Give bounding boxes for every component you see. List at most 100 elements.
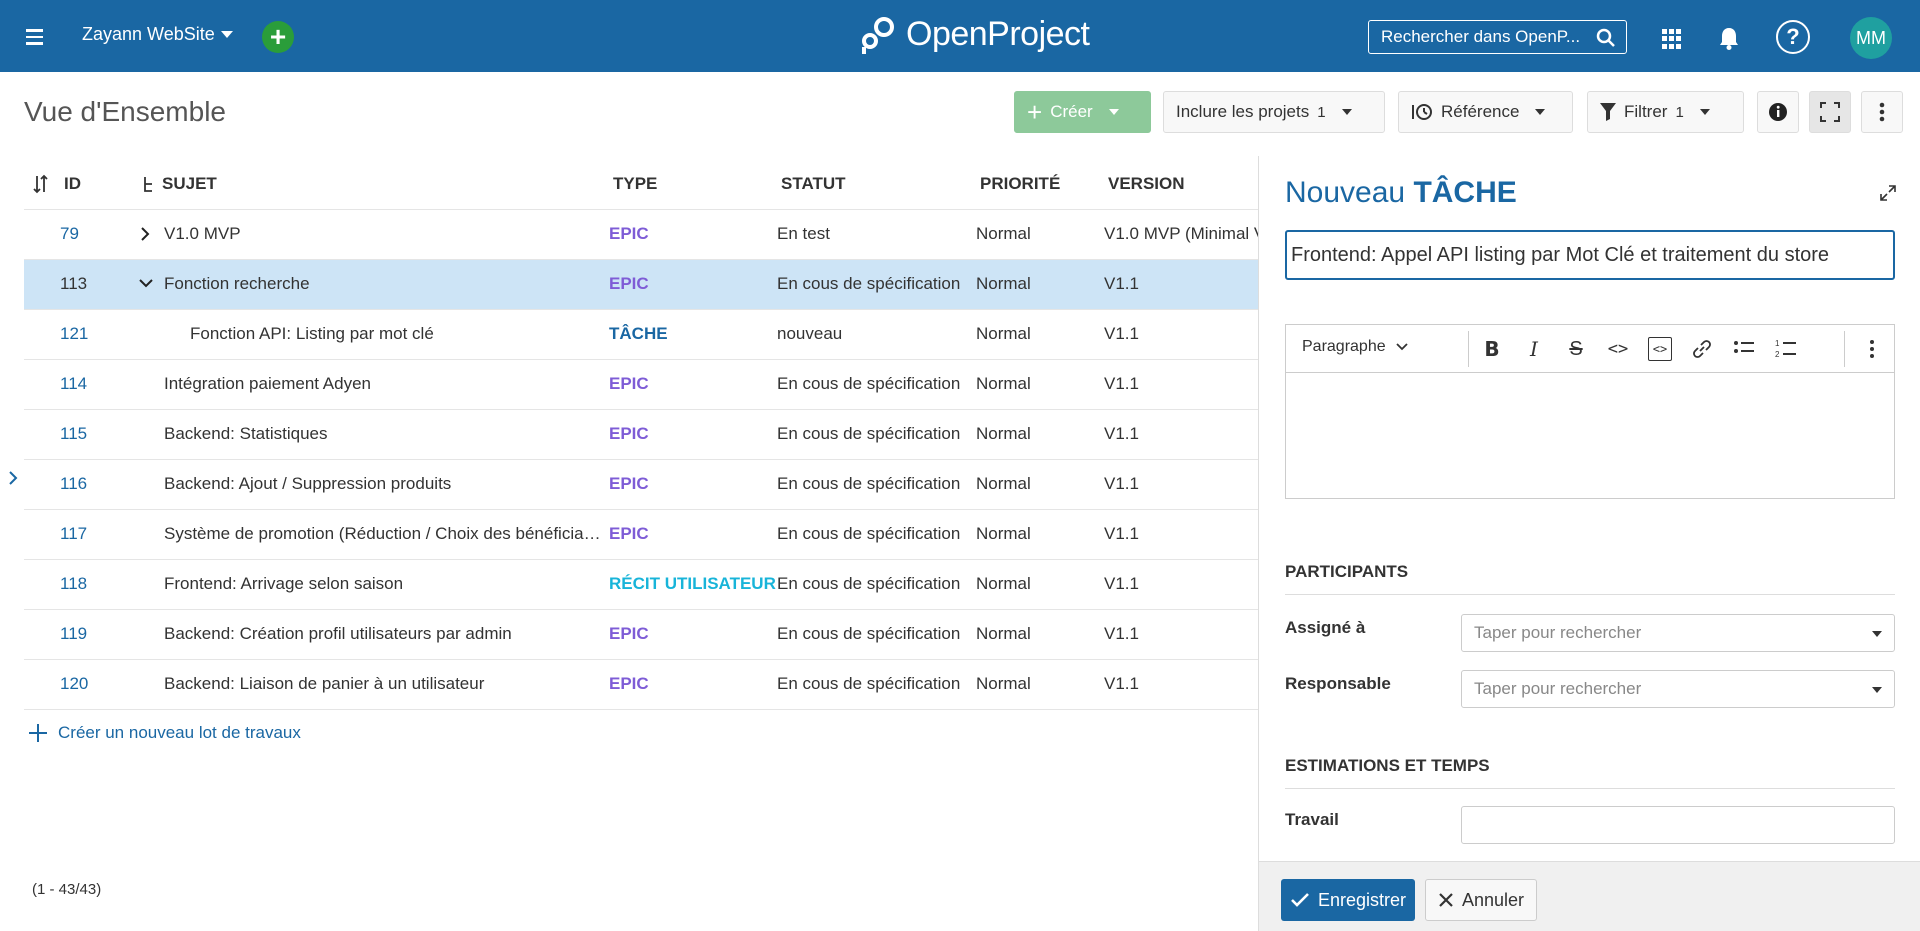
- strikethrough-icon[interactable]: S: [1564, 337, 1588, 361]
- row-version[interactable]: V1.1: [1104, 524, 1264, 544]
- details-button[interactable]: [1757, 91, 1799, 133]
- assignee-select[interactable]: Taper pour rechercher: [1461, 614, 1895, 652]
- row-subject[interactable]: Backend: Ajout / Suppression produits: [164, 474, 619, 494]
- row-priority[interactable]: Normal: [976, 224, 1031, 244]
- row-version[interactable]: V1.1: [1104, 424, 1264, 444]
- row-id[interactable]: 119: [60, 624, 87, 644]
- row-status[interactable]: En cous de spécification: [777, 574, 960, 594]
- row-type[interactable]: EPIC: [609, 674, 649, 694]
- baseline-button[interactable]: Référence: [1398, 91, 1573, 133]
- row-subject[interactable]: V1.0 MVP: [164, 224, 619, 244]
- row-version[interactable]: V1.0 MVP (Minimal Viable Product): [1104, 224, 1264, 244]
- row-type[interactable]: EPIC: [609, 224, 649, 244]
- row-id[interactable]: 116: [60, 474, 87, 494]
- row-priority[interactable]: Normal: [976, 624, 1031, 644]
- row-status[interactable]: En cous de spécification: [777, 624, 960, 644]
- expand-icon[interactable]: [1879, 184, 1897, 202]
- italic-icon[interactable]: I: [1522, 337, 1546, 361]
- table-row[interactable]: 119 Backend: Création profil utilisateur…: [24, 610, 1258, 660]
- row-status[interactable]: En cous de spécification: [777, 374, 960, 394]
- table-row[interactable]: 113 Fonction recherche EPIC En cous de s…: [24, 260, 1258, 310]
- row-id[interactable]: 79: [60, 224, 79, 244]
- row-status[interactable]: En cous de spécification: [777, 524, 960, 544]
- table-row[interactable]: 121 Fonction API: Listing par mot clé TÂ…: [24, 310, 1258, 360]
- row-id[interactable]: 114: [60, 374, 87, 394]
- kebab-menu-icon[interactable]: [1860, 337, 1884, 361]
- responsible-select[interactable]: Taper pour rechercher: [1461, 670, 1895, 708]
- table-row[interactable]: 117 Système de promotion (Réduction / Ch…: [24, 510, 1258, 560]
- column-header-status[interactable]: STATUT: [781, 174, 846, 194]
- row-version[interactable]: V1.1: [1104, 674, 1264, 694]
- row-status[interactable]: En cous de spécification: [777, 674, 960, 694]
- column-header-subject[interactable]: SUJET: [162, 174, 217, 194]
- row-id[interactable]: 118: [60, 574, 87, 594]
- cancel-button[interactable]: Annuler: [1425, 879, 1537, 921]
- row-version[interactable]: V1.1: [1104, 374, 1264, 394]
- row-priority[interactable]: Normal: [976, 574, 1031, 594]
- column-header-type[interactable]: TYPE: [613, 174, 657, 194]
- subject-input[interactable]: Frontend: Appel API listing par Mot Clé …: [1285, 230, 1895, 280]
- row-version[interactable]: V1.1: [1104, 324, 1264, 344]
- pane-title-type[interactable]: TÂCHE: [1413, 176, 1516, 209]
- row-subject[interactable]: Fonction recherche: [164, 274, 619, 294]
- code-block-icon[interactable]: <>: [1648, 337, 1672, 361]
- row-status[interactable]: En cous de spécification: [777, 274, 960, 294]
- table-row[interactable]: 114 Intégration paiement Adyen EPIC En c…: [24, 360, 1258, 410]
- table-row[interactable]: 118 Frontend: Arrivage selon saison RÉCI…: [24, 560, 1258, 610]
- numbered-list-icon[interactable]: 1 2: [1774, 337, 1798, 361]
- row-type[interactable]: EPIC: [609, 474, 649, 494]
- row-priority[interactable]: Normal: [976, 324, 1031, 344]
- row-id[interactable]: 113: [60, 274, 87, 294]
- row-type[interactable]: EPIC: [609, 274, 649, 294]
- column-header-priority[interactable]: PRIORITÉ: [980, 174, 1060, 194]
- bold-icon[interactable]: B: [1480, 337, 1504, 361]
- description-editor[interactable]: Paragraphe B I S <> <> 1 2: [1285, 324, 1895, 499]
- chevron-down-icon[interactable]: [138, 276, 154, 290]
- row-subject[interactable]: Backend: Liaison de panier à un utilisat…: [164, 674, 619, 694]
- row-priority[interactable]: Normal: [976, 674, 1031, 694]
- row-id[interactable]: 120: [60, 674, 88, 694]
- row-status[interactable]: En test: [777, 224, 830, 244]
- more-options-button[interactable]: [1861, 91, 1903, 133]
- bulleted-list-icon[interactable]: [1732, 337, 1756, 361]
- quick-add-button[interactable]: +: [262, 21, 294, 53]
- row-subject[interactable]: Backend: Statistiques: [164, 424, 619, 444]
- row-type[interactable]: RÉCIT UTILISATEUR: [609, 574, 776, 594]
- project-selector[interactable]: Zayann WebSite: [82, 24, 233, 45]
- paragraph-format-select[interactable]: Paragraphe: [1302, 338, 1408, 356]
- row-type[interactable]: EPIC: [609, 624, 649, 644]
- bell-icon[interactable]: [1718, 26, 1740, 50]
- row-priority[interactable]: Normal: [976, 474, 1031, 494]
- row-subject[interactable]: Intégration paiement Adyen: [164, 374, 619, 394]
- row-priority[interactable]: Normal: [976, 524, 1031, 544]
- row-subject[interactable]: Système de promotion (Réduction / Choix …: [164, 524, 604, 544]
- hierarchy-icon[interactable]: [142, 176, 154, 194]
- create-button[interactable]: + Créer: [1014, 91, 1151, 133]
- link-icon[interactable]: [1690, 337, 1714, 361]
- filter-button[interactable]: Filtrer 1: [1587, 91, 1744, 133]
- table-row[interactable]: 79 V1.0 MVP EPIC En test Normal V1.0 MVP…: [24, 210, 1264, 260]
- row-id[interactable]: 115: [60, 424, 87, 444]
- save-button[interactable]: Enregistrer: [1281, 879, 1415, 921]
- row-priority[interactable]: Normal: [976, 374, 1031, 394]
- sort-icon[interactable]: [32, 174, 50, 194]
- table-row[interactable]: 115 Backend: Statistiques EPIC En cous d…: [24, 410, 1258, 460]
- row-type[interactable]: EPIC: [609, 524, 649, 544]
- row-id[interactable]: 121: [60, 324, 88, 344]
- openproject-logo[interactable]: OpenProject: [858, 14, 1090, 54]
- table-row[interactable]: 116 Backend: Ajout / Suppression produit…: [24, 460, 1258, 510]
- column-header-id[interactable]: ID: [64, 174, 81, 194]
- avatar[interactable]: MM: [1850, 17, 1892, 59]
- table-row[interactable]: 120 Backend: Liaison de panier à un util…: [24, 660, 1258, 710]
- modules-grid-icon[interactable]: [1662, 29, 1682, 49]
- row-priority[interactable]: Normal: [976, 274, 1031, 294]
- row-type[interactable]: EPIC: [609, 424, 649, 444]
- help-icon[interactable]: ?: [1776, 20, 1810, 54]
- work-input[interactable]: [1461, 806, 1895, 844]
- row-version[interactable]: V1.1: [1104, 274, 1264, 294]
- row-status[interactable]: nouveau: [777, 324, 842, 344]
- row-version[interactable]: V1.1: [1104, 574, 1264, 594]
- row-status[interactable]: En cous de spécification: [777, 424, 960, 444]
- row-version[interactable]: V1.1: [1104, 624, 1264, 644]
- chevron-right-icon[interactable]: [138, 226, 152, 242]
